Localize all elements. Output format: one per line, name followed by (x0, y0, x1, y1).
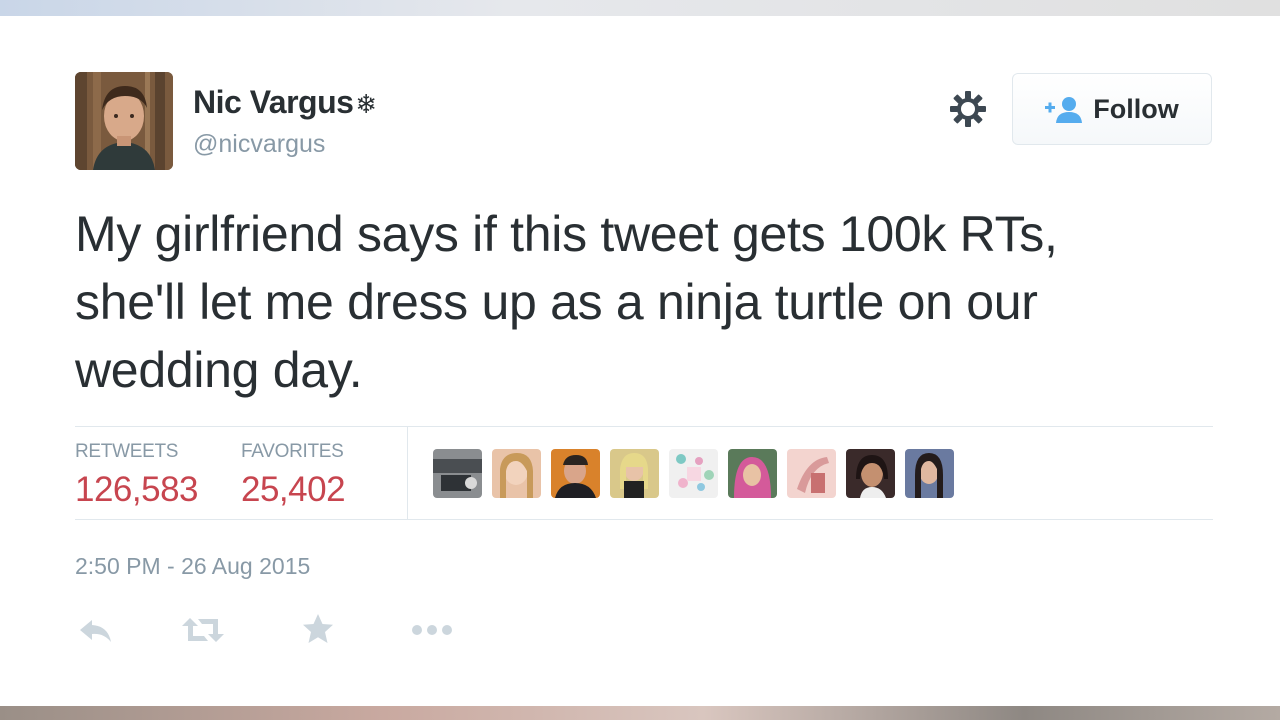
stats-bottom-divider (75, 519, 1213, 520)
retweets-count[interactable]: 126,583 (75, 470, 199, 510)
profile-photo (75, 72, 173, 170)
favoriter-avatar[interactable] (492, 449, 541, 498)
stats-top-divider (75, 426, 1213, 427)
favoriter-avatar[interactable] (610, 449, 659, 498)
retweet-icon[interactable] (182, 612, 224, 648)
favoriter-avatar[interactable] (669, 449, 718, 498)
gear-icon[interactable] (948, 89, 988, 129)
top-edge-strip (0, 0, 1280, 16)
author-handle[interactable]: @nicvargus (193, 130, 325, 159)
favoriter-avatar[interactable] (728, 449, 777, 498)
bottom-edge-strip (0, 706, 1280, 720)
favoriter-avatar[interactable] (551, 449, 600, 498)
tweet-timestamp[interactable]: 2:50 PM - 26 Aug 2015 (75, 553, 310, 580)
author-avatar[interactable] (75, 72, 173, 170)
favorite-icon[interactable] (301, 612, 335, 648)
favoriter-avatar[interactable] (787, 449, 836, 498)
stats-vertical-divider (407, 427, 408, 519)
favoriter-avatar[interactable] (905, 449, 954, 498)
author-name-text: Nic Vargus (193, 84, 354, 120)
follow-button[interactable]: Follow (1012, 73, 1212, 145)
follow-label: Follow (1093, 93, 1179, 124)
tweet-text: My girlfriend says if this tweet gets 10… (75, 200, 1225, 404)
favoriters-avatars (433, 449, 954, 499)
more-icon[interactable] (411, 612, 453, 648)
snowflake-badge: ❄ (355, 89, 377, 119)
author-name[interactable]: Nic Vargus❄ (193, 84, 377, 121)
favorites-label[interactable]: FAVORITES (241, 441, 344, 463)
tweet-line: she'll let me dress up as a ninja turtle… (75, 274, 1038, 330)
reply-icon[interactable] (78, 612, 114, 648)
tweet-line: wedding day. (75, 342, 363, 398)
favoriter-avatar[interactable] (433, 449, 482, 498)
favorites-count[interactable]: 25,402 (241, 470, 346, 510)
retweets-label[interactable]: RETWEETS (75, 441, 178, 463)
tweet-line: My girlfriend says if this tweet gets 10… (75, 206, 1058, 262)
favoriter-avatar[interactable] (846, 449, 895, 498)
add-user-icon (1045, 97, 1083, 123)
